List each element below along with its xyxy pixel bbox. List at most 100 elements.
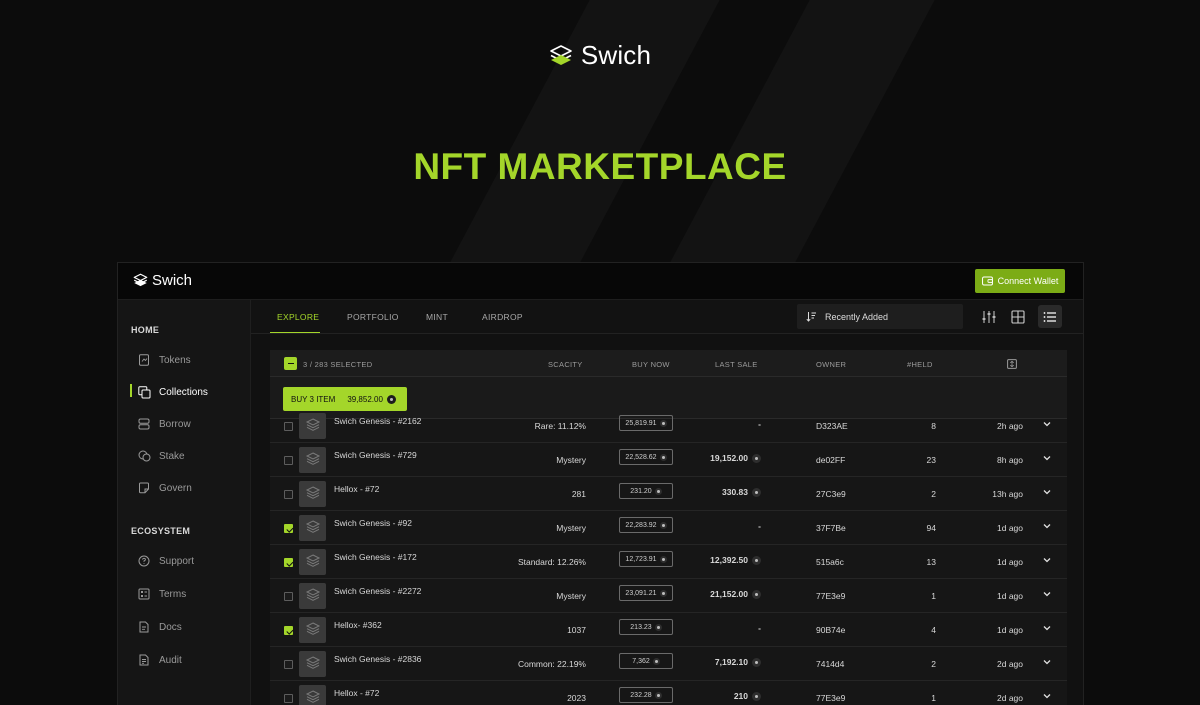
nft-name[interactable]: Swich Genesis - #2836 <box>334 654 421 664</box>
owner-address[interactable]: 37F7Be <box>816 523 846 533</box>
row-checkbox[interactable] <box>284 422 293 431</box>
list-view-button[interactable] <box>1038 305 1062 328</box>
buy-now-price-button[interactable]: 23,091.21 <box>619 585 673 601</box>
sidebar-item-audit[interactable]: Audit <box>137 651 247 669</box>
owner-address[interactable]: 77E3e9 <box>816 693 845 703</box>
buy-now-price-button[interactable]: 232.28 <box>619 687 673 703</box>
buy-now-price-button[interactable]: 22,283.92 <box>619 517 673 533</box>
tab-airdrop[interactable]: AIRDROP <box>482 312 523 322</box>
column-settings-icon[interactable] <box>1007 359 1017 369</box>
grid-icon <box>1011 309 1025 324</box>
audit-icon <box>137 653 151 667</box>
owner-address[interactable]: 27C3e9 <box>816 489 846 499</box>
token-coin-icon <box>659 453 667 461</box>
chevron-down-icon[interactable] <box>1043 659 1051 665</box>
chevron-down-icon[interactable] <box>1043 557 1051 563</box>
chevron-down-icon[interactable] <box>1043 591 1051 597</box>
nft-thumbnail <box>299 583 326 609</box>
row-checkbox[interactable] <box>284 456 293 465</box>
buy-now-price-button[interactable]: 231.20 <box>619 483 673 499</box>
owner-address[interactable]: D323AE <box>816 421 848 431</box>
chevron-down-icon[interactable] <box>1043 489 1051 495</box>
owner-address[interactable]: 90B74e <box>816 625 845 635</box>
nft-name[interactable]: Hellox - #72 <box>334 484 379 494</box>
sidebar-item-tokens[interactable]: Tokens <box>137 351 247 369</box>
sort-dropdown[interactable]: Recently Added <box>797 304 963 329</box>
nft-name[interactable]: Swich Genesis - #172 <box>334 552 417 562</box>
connect-wallet-button[interactable]: Connect Wallet <box>975 269 1065 293</box>
tab-mint[interactable]: MINT <box>426 312 448 322</box>
table-row[interactable]: Swich Genesis - #172 Standard: 12.26% 12,7… <box>270 545 1067 579</box>
sidebar-item-label: Stake <box>159 450 185 462</box>
row-checkbox[interactable] <box>284 490 293 499</box>
time-ago: 2d ago <box>997 659 1023 669</box>
owner-address[interactable]: 7414d4 <box>816 659 844 669</box>
chevron-down-icon[interactable] <box>1043 523 1051 529</box>
column-header-buy-now[interactable]: BUY NOW <box>632 360 670 369</box>
last-sale-cell: 12,392.50 <box>710 555 761 565</box>
buy-now-price-button[interactable]: 213.23 <box>619 619 673 635</box>
owner-address[interactable]: 77E3e9 <box>816 591 845 601</box>
chevron-down-icon[interactable] <box>1043 421 1051 427</box>
row-checkbox[interactable] <box>284 694 293 703</box>
buy-now-price-button[interactable]: 22,528.62 <box>619 449 673 465</box>
nft-name[interactable]: Swich Genesis - #2162 <box>334 416 421 426</box>
buy-now-price-button[interactable]: 12,723.91 <box>619 551 673 567</box>
nft-name[interactable]: Hellox - #72 <box>334 688 379 698</box>
nft-name[interactable]: Swich Genesis - #729 <box>334 450 417 460</box>
buy-now-price-button[interactable]: 25,819.91 <box>619 415 673 431</box>
nft-name[interactable]: Swich Genesis - #92 <box>334 518 412 528</box>
sidebar-item-stake[interactable]: Stake <box>137 447 247 465</box>
terms-icon <box>137 587 151 601</box>
table-row[interactable]: Swich Genesis - #2162 Rare: 11.12% 25,819.… <box>270 409 1067 443</box>
sidebar-item-borrow[interactable]: Borrow <box>137 415 247 433</box>
sidebar-item-docs[interactable]: Docs <box>137 618 247 636</box>
sidebar-item-support[interactable]: Support <box>137 552 247 570</box>
tab-portfolio[interactable]: PORTFOLIO <box>347 312 399 322</box>
row-checkbox[interactable] <box>284 660 293 669</box>
sidebar-item-terms[interactable]: Terms <box>137 585 247 603</box>
nft-name[interactable]: Swich Genesis - #2272 <box>334 586 421 596</box>
buy-now-price-button[interactable]: 7,362 <box>619 653 673 669</box>
row-checkbox[interactable] <box>284 626 293 635</box>
table-row[interactable]: Swich Genesis - #92 Mystery 22,283.92 - 37F7… <box>270 511 1067 545</box>
table-row[interactable]: Hellox - #72 281 231.20 330.83 27C3e9 2 13h ag… <box>270 477 1067 511</box>
app-logo[interactable]: Swich <box>133 272 192 289</box>
row-checkbox[interactable] <box>284 592 293 601</box>
nft-name[interactable]: Hellox- #362 <box>334 620 382 630</box>
docs-icon <box>137 620 151 634</box>
table-row[interactable]: Hellox- #362 1037 213.23 - 90B74e 4 1d ago <box>270 613 1067 647</box>
column-header-owner[interactable]: OWNER <box>816 360 846 369</box>
owner-address[interactable]: de02FF <box>816 455 845 465</box>
column-header-last-sale[interactable]: LAST SALE <box>715 360 758 369</box>
held-count: 2 <box>931 659 936 669</box>
buy-now-price: 7,362 <box>632 657 650 665</box>
buy-selected-button[interactable]: BUY 3 ITEM 39,852.00 <box>283 387 407 411</box>
row-checkbox[interactable] <box>284 558 293 567</box>
time-ago: 13h ago <box>992 489 1023 499</box>
table-row[interactable]: Hellox - #72 2023 232.28 210 77E3e9 1 2d ago <box>270 681 1067 705</box>
table-row[interactable]: Swich Genesis - #729 Mystery 22,528.62 19,1… <box>270 443 1067 477</box>
borrow-icon <box>137 417 151 431</box>
sidebar-item-govern[interactable]: Govern <box>137 479 247 497</box>
chevron-down-icon[interactable] <box>1043 693 1051 699</box>
sidebar-item-label: Docs <box>159 621 182 633</box>
column-header-scarcity[interactable]: SCACITY <box>548 360 583 369</box>
table-row[interactable]: Swich Genesis - #2836 Common: 22.19% 7,362… <box>270 647 1067 681</box>
owner-address[interactable]: 515a6c <box>816 557 844 567</box>
token-coin-icon <box>659 419 667 427</box>
column-header-held[interactable]: #HELD <box>907 360 933 369</box>
token-coin-icon <box>654 691 662 699</box>
sidebar-item-collections[interactable]: Collections <box>137 383 247 401</box>
filter-view-button[interactable] <box>977 305 1001 328</box>
grid-view-button[interactable] <box>1006 305 1030 328</box>
select-all-checkbox[interactable] <box>284 357 297 370</box>
tab-explore[interactable]: EXPLORE <box>277 312 319 322</box>
row-checkbox[interactable] <box>284 524 293 533</box>
chevron-down-icon[interactable] <box>1043 455 1051 461</box>
table-row[interactable]: Swich Genesis - #2272 Mystery 23,091.21 21,… <box>270 579 1067 613</box>
sidebar-heading-home: HOME <box>131 325 160 335</box>
chevron-down-icon[interactable] <box>1043 625 1051 631</box>
nft-scarcity: 1037 <box>567 625 586 635</box>
buy-now-price: 231.20 <box>630 487 652 495</box>
